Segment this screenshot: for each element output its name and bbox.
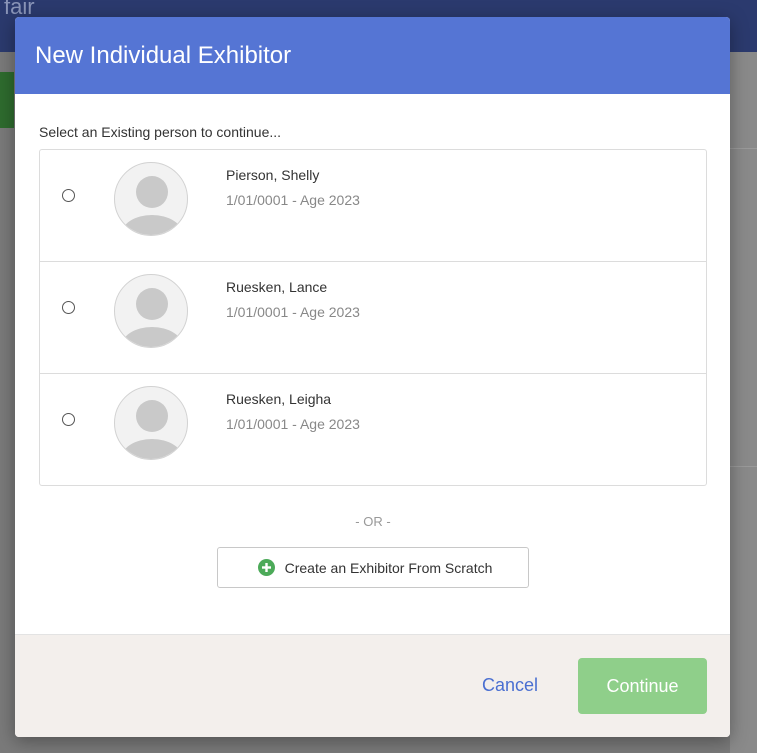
person-list: Pierson, Shelly 1/01/0001 - Age 2023 Rue…	[39, 149, 707, 486]
avatar	[114, 274, 188, 348]
create-from-scratch-label: Create an Exhibitor From Scratch	[284, 559, 493, 576]
avatar-placeholder-icon	[121, 176, 183, 235]
background-divider	[730, 148, 757, 149]
background-panel	[730, 52, 757, 753]
continue-button[interactable]: Continue	[578, 658, 707, 714]
modal-title: New Individual Exhibitor	[35, 41, 292, 69]
modal-footer: Cancel Continue	[15, 634, 730, 737]
create-from-scratch-button[interactable]: Create an Exhibitor From Scratch	[217, 547, 529, 588]
select-person-prompt: Select an Existing person to continue...	[39, 124, 282, 140]
avatar	[114, 386, 188, 460]
plus-circle-icon	[257, 559, 275, 576]
or-divider: - OR -	[355, 514, 391, 529]
person-radio[interactable]	[62, 413, 75, 426]
modal-body: Select an Existing person to continue...…	[15, 124, 730, 588]
modal-header: New Individual Exhibitor	[15, 17, 730, 94]
person-row-pierson-shelly[interactable]: Pierson, Shelly 1/01/0001 - Age 2023	[40, 150, 706, 262]
person-name: Ruesken, Lance	[226, 279, 328, 295]
person-radio[interactable]	[62, 301, 75, 314]
avatar	[114, 162, 188, 236]
avatar-placeholder-icon	[121, 288, 183, 347]
background-green-block	[0, 72, 14, 128]
create-from-scratch-wrapper: Create an Exhibitor From Scratch	[39, 547, 707, 588]
cancel-link[interactable]: Cancel	[482, 675, 538, 696]
person-name: Pierson, Shelly	[226, 167, 320, 183]
person-birthdate-age: 1/01/0001 - Age 2023	[226, 192, 360, 208]
person-birthdate-age: 1/01/0001 - Age 2023	[226, 416, 360, 432]
new-exhibitor-modal: New Individual Exhibitor Select an Exist…	[15, 17, 730, 737]
person-row-ruesken-lance[interactable]: Ruesken, Lance 1/01/0001 - Age 2023	[40, 262, 706, 374]
person-name: Ruesken, Leigha	[226, 391, 332, 407]
person-radio[interactable]	[62, 189, 75, 202]
person-row-ruesken-leigha[interactable]: Ruesken, Leigha 1/01/0001 - Age 2023	[40, 374, 706, 485]
background-title-fragment: fair	[4, 0, 35, 18]
person-birthdate-age: 1/01/0001 - Age 2023	[226, 304, 360, 320]
background-divider	[730, 466, 757, 467]
avatar-placeholder-icon	[121, 400, 183, 459]
